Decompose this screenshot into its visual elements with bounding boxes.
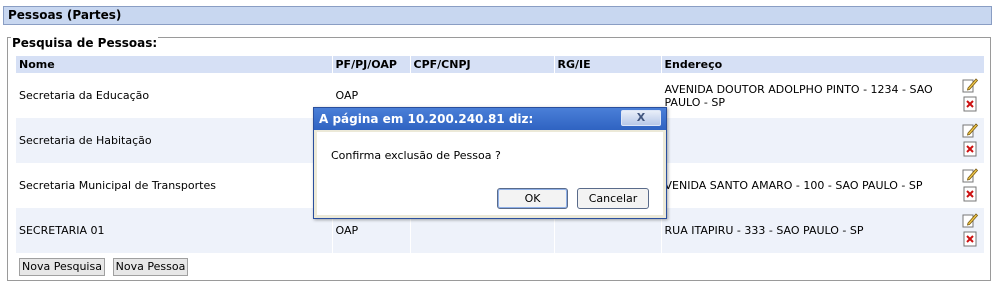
edit-pencil-icon[interactable] xyxy=(962,212,978,228)
cell-endereco: RUA ITAPIRU - 333 - SAO PAULO - SP xyxy=(661,208,985,253)
column-header-nome[interactable]: Nome xyxy=(16,56,333,73)
cell-nome: SECRETARIA 01 xyxy=(16,208,333,253)
dialog-title: A página em 10.200.240.81 diz: xyxy=(319,112,534,126)
cell-nome: Secretaria Municipal de Transportes xyxy=(16,163,333,208)
dialog-message: Confirma exclusão de Pessoa ? xyxy=(331,149,501,162)
cell-nome: Secretaria de Habitação xyxy=(16,118,333,163)
new-person-button[interactable]: Nova Pessoa xyxy=(113,258,188,276)
delete-x-icon[interactable] xyxy=(962,96,978,112)
search-legend: Pesquisa de Pessoas: xyxy=(11,36,159,50)
cell-endereco-text: VENIDA SANTO AMARO - 100 - SAO PAULO - S… xyxy=(664,179,923,192)
cell-endereco-text: RUA ITAPIRU - 333 - SAO PAULO - SP xyxy=(664,224,864,237)
delete-x-icon[interactable] xyxy=(962,141,978,157)
cell-endereco-text: AVENIDA DOUTOR ADOLPHO PINTO - 1234 - SA… xyxy=(664,82,933,109)
table-header-row: Nome PF/PJ/OAP CPF/CNPJ RG/IE Endereço xyxy=(16,56,985,73)
close-icon[interactable]: X xyxy=(621,110,661,126)
cell-endereco: AVENIDA DOUTOR ADOLPHO PINTO - 1234 - SA… xyxy=(661,73,985,118)
confirm-dialog: A página em 10.200.240.81 diz: X Confirm… xyxy=(313,107,667,219)
cell-endereco xyxy=(661,118,985,163)
cancel-button[interactable]: Cancelar xyxy=(577,188,649,209)
ok-button[interactable]: OK xyxy=(497,188,568,209)
new-search-button[interactable]: Nova Pesquisa xyxy=(19,258,105,276)
dialog-titlebar[interactable]: A página em 10.200.240.81 diz: X xyxy=(314,108,666,130)
delete-x-icon[interactable] xyxy=(962,231,978,247)
cell-endereco: VENIDA SANTO AMARO - 100 - SAO PAULO - S… xyxy=(661,163,985,208)
column-header-rg[interactable]: RG/IE xyxy=(554,56,662,73)
cell-nome: Secretaria da Educação xyxy=(16,73,333,118)
edit-pencil-icon[interactable] xyxy=(962,167,978,183)
delete-x-icon[interactable] xyxy=(962,186,978,202)
column-header-endereco[interactable]: Endereço xyxy=(661,56,985,73)
column-header-tipo[interactable]: PF/PJ/OAP xyxy=(332,56,411,73)
column-header-cpf[interactable]: CPF/CNPJ xyxy=(410,56,555,73)
edit-pencil-icon[interactable] xyxy=(962,77,978,93)
dialog-body: Confirma exclusão de Pessoa ? OK Cancela… xyxy=(317,132,663,215)
page-title: Pessoas (Partes) xyxy=(3,6,992,25)
edit-pencil-icon[interactable] xyxy=(962,122,978,138)
